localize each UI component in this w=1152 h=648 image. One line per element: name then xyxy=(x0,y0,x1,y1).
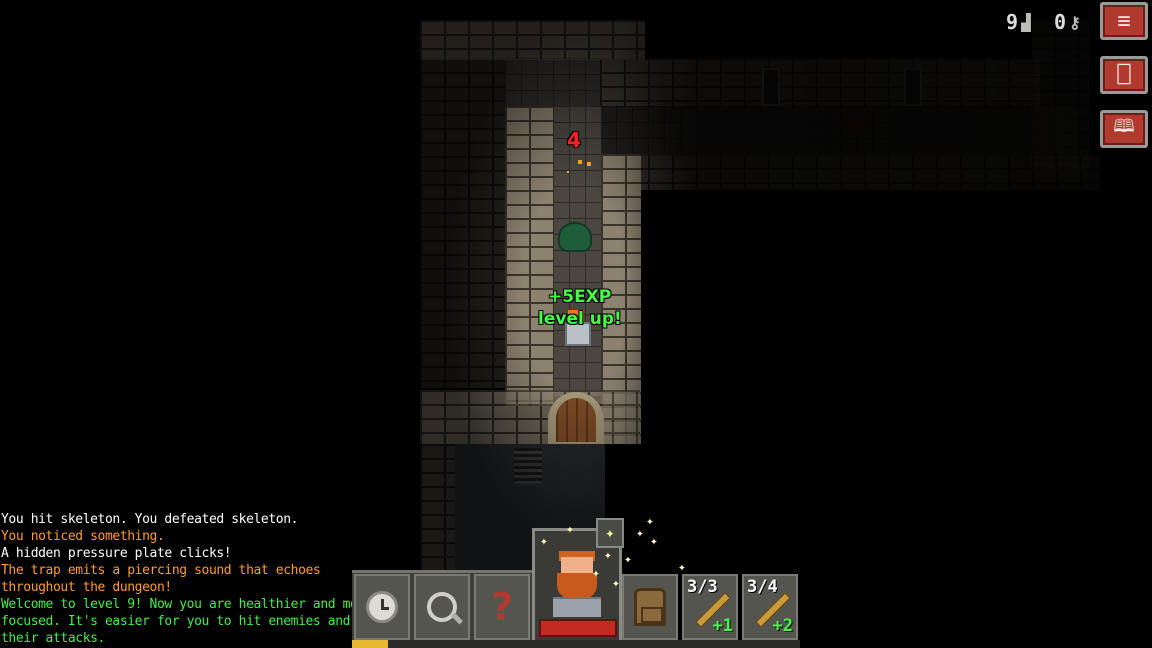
spark xyxy=(578,160,582,164)
clock-icon xyxy=(366,591,398,623)
log-line: You noticed something. xyxy=(1,529,165,544)
log-line: The trap emits a piercing sound that ech… xyxy=(1,563,321,578)
keys-indicator: 0 ⚷ xyxy=(1054,10,1081,34)
sparkle-icon: ✦ xyxy=(624,552,632,567)
spark xyxy=(567,171,569,173)
menu-button[interactable]: ≡ xyxy=(1100,2,1148,40)
damage-number: 4 xyxy=(567,128,581,152)
journal-icon: ⎕ xyxy=(1117,62,1131,88)
log-line: focused. It's easier for you to hit enem… xyxy=(1,614,395,629)
message-log: You hit skeleton. You defeated skeleton.… xyxy=(1,511,395,647)
stairs-icon: ▟ xyxy=(1021,12,1031,32)
log-line: A hidden pressure plate clicks! xyxy=(1,546,232,561)
sparkle-icon: ✦ xyxy=(566,522,574,537)
wall-vertical-left xyxy=(505,106,553,406)
sparkle-icon: ✦ xyxy=(612,576,620,591)
magnifier-icon xyxy=(427,592,457,622)
question-mark-icon: ? xyxy=(490,585,514,629)
slain-enemy-remains xyxy=(558,222,592,252)
corridor-floor xyxy=(600,106,1080,156)
wand-upgrade: +1 xyxy=(712,616,733,636)
catalog-button[interactable]: 🕮 xyxy=(1100,110,1148,148)
warrior-face xyxy=(553,551,601,617)
experience-fill xyxy=(352,640,388,648)
wooden-door[interactable] xyxy=(556,398,596,442)
wand-charges: 3/4 xyxy=(747,577,778,597)
sparkle-icon: ✦ xyxy=(540,534,548,549)
sparkle-icon: ✦ xyxy=(604,548,612,563)
log-line: Welcome to level 9! Now you are healthie… xyxy=(1,597,373,612)
backpack-button[interactable] xyxy=(622,574,678,640)
key-icon: ⚷ xyxy=(1069,12,1081,32)
wall-alcove xyxy=(904,68,922,106)
hero-armor xyxy=(553,597,601,617)
grate xyxy=(514,448,542,484)
spark xyxy=(587,162,591,166)
experience-bar xyxy=(352,640,800,648)
keys-value: 0 xyxy=(1054,10,1067,34)
hero-beard xyxy=(557,573,597,599)
exp-gain-text: +5EXP xyxy=(548,287,612,307)
sparkle-icon: ✦ xyxy=(678,560,686,575)
depth-value: 9 xyxy=(1006,10,1019,34)
wall-corridor-bottom xyxy=(600,154,1100,190)
blood-stain xyxy=(846,116,868,132)
backpack-icon xyxy=(634,588,666,626)
wand-charges: 3/3 xyxy=(687,577,718,597)
health-bar xyxy=(539,619,617,637)
wall-upper-left xyxy=(420,58,505,388)
depth-indicator: 9 ▟ xyxy=(1006,10,1031,34)
sparkle-icon: ✦ xyxy=(646,514,654,529)
info-button[interactable]: ? xyxy=(474,574,530,640)
wand-upgrade: +2 xyxy=(772,616,793,636)
sparkle-icon: ✦ xyxy=(636,526,644,541)
log-line: their attacks. xyxy=(1,631,105,646)
log-line: You hit skeleton. You defeated skeleton. xyxy=(1,512,299,527)
search-button[interactable] xyxy=(414,574,470,640)
log-line: throughout the dungeon! xyxy=(1,580,172,595)
upper-floor xyxy=(505,58,600,106)
sparkle-icon: ✦ xyxy=(650,534,658,549)
journal-button[interactable]: ⎕ xyxy=(1100,56,1148,94)
wall-alcove xyxy=(762,68,780,106)
wall-corridor-top xyxy=(600,58,1040,106)
wall-lower xyxy=(420,390,640,444)
wait-button[interactable] xyxy=(354,574,410,640)
level-up-text: level up! xyxy=(538,309,622,329)
wall-lower-left xyxy=(420,444,455,570)
sparkle-icon: ✦ xyxy=(592,566,600,581)
wall-top xyxy=(420,20,645,60)
quickslot-2[interactable]: 3/4 +2 xyxy=(742,574,798,640)
catalog-icon: 🕮 xyxy=(1113,116,1135,137)
hamburger-icon: ≡ xyxy=(1117,8,1131,34)
quickslot-1[interactable]: 3/3 +1 xyxy=(682,574,738,640)
buff-sparkle-icon[interactable]: ✦ xyxy=(596,518,624,548)
